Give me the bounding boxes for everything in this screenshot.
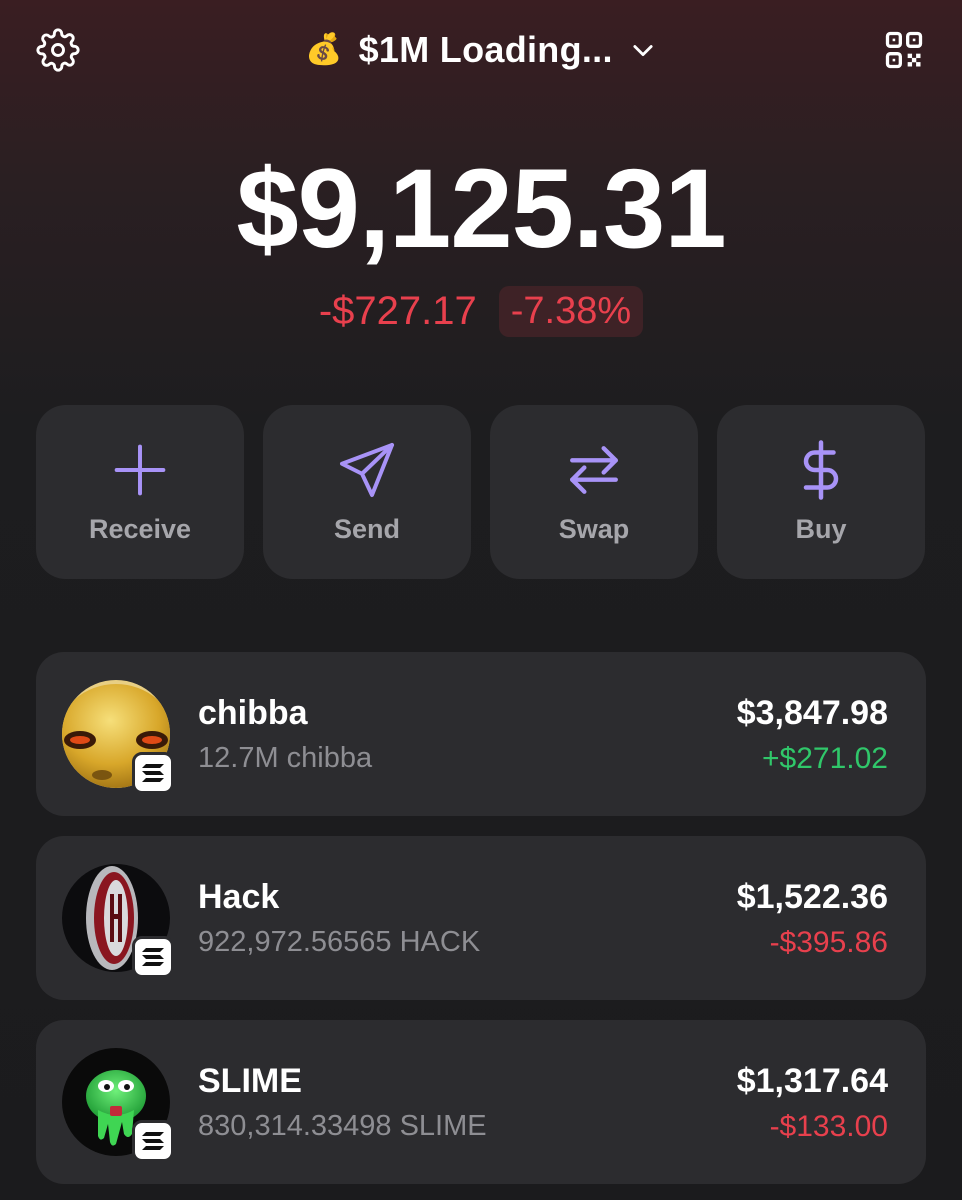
send-button[interactable]: Send bbox=[263, 405, 471, 579]
solana-badge-icon bbox=[132, 936, 174, 978]
paper-plane-icon bbox=[337, 440, 397, 500]
token-row-hack[interactable]: Hack 922,972.56565 HACK $1,522.36 -$395.… bbox=[36, 836, 926, 1000]
solana-badge-icon bbox=[132, 1120, 174, 1162]
token-amount: 12.7M chibba bbox=[198, 742, 373, 774]
token-name: chibba bbox=[198, 694, 308, 732]
gear-icon bbox=[36, 28, 80, 72]
balance-section: $9,125.31 -$727.17 -7.38% bbox=[0, 150, 962, 337]
top-bar: 💰 $1M Loading... bbox=[0, 0, 962, 100]
token-value: $1,522.36 bbox=[736, 878, 888, 916]
buy-button[interactable]: Buy bbox=[717, 405, 925, 579]
token-name: Hack bbox=[198, 878, 280, 916]
receive-label: Receive bbox=[88, 513, 192, 544]
receive-button[interactable]: Receive bbox=[36, 405, 244, 579]
send-label: Send bbox=[333, 513, 400, 544]
action-buttons: Receive Send Swap Buy bbox=[36, 405, 926, 579]
money-bag-icon: 💰 bbox=[305, 33, 343, 66]
swap-arrows-icon bbox=[564, 440, 624, 500]
balance-change-amount: -$727.17 bbox=[318, 288, 477, 333]
swap-button[interactable]: Swap bbox=[490, 405, 698, 579]
token-value: $3,847.98 bbox=[736, 694, 888, 732]
token-change: +$271.02 bbox=[762, 742, 888, 775]
token-name: SLIME bbox=[198, 1062, 302, 1100]
token-value: $1,317.64 bbox=[736, 1062, 888, 1100]
plus-icon bbox=[110, 440, 170, 500]
balance-change-row: -$727.17 -7.38% bbox=[0, 285, 962, 337]
total-balance: $9,125.31 bbox=[236, 146, 726, 271]
token-list: chibba 12.7M chibba $3,847.98 +$271.02 H… bbox=[36, 652, 926, 1184]
buy-label: Buy bbox=[795, 513, 847, 544]
token-change: -$395.86 bbox=[769, 926, 888, 959]
qr-code-button[interactable] bbox=[880, 26, 928, 74]
account-switcher[interactable]: 💰 $1M Loading... bbox=[231, 26, 731, 74]
solana-badge-icon bbox=[132, 752, 174, 794]
account-name: $1M Loading... bbox=[358, 29, 613, 70]
qr-code-icon bbox=[885, 31, 923, 69]
token-amount: 830,314.33498 SLIME bbox=[198, 1110, 487, 1142]
token-amount: 922,972.56565 HACK bbox=[198, 926, 481, 958]
chevron-down-icon bbox=[629, 36, 657, 64]
settings-button[interactable] bbox=[34, 26, 82, 74]
swap-label: Swap bbox=[558, 513, 630, 544]
balance-change-percent-badge: -7.38% bbox=[498, 285, 644, 337]
token-row-chibba[interactable]: chibba 12.7M chibba $3,847.98 +$271.02 bbox=[36, 652, 926, 816]
token-change: -$133.00 bbox=[769, 1110, 888, 1143]
dollar-icon bbox=[791, 439, 851, 500]
token-row-slime[interactable]: SLIME 830,314.33498 SLIME $1,317.64 -$13… bbox=[36, 1020, 926, 1184]
